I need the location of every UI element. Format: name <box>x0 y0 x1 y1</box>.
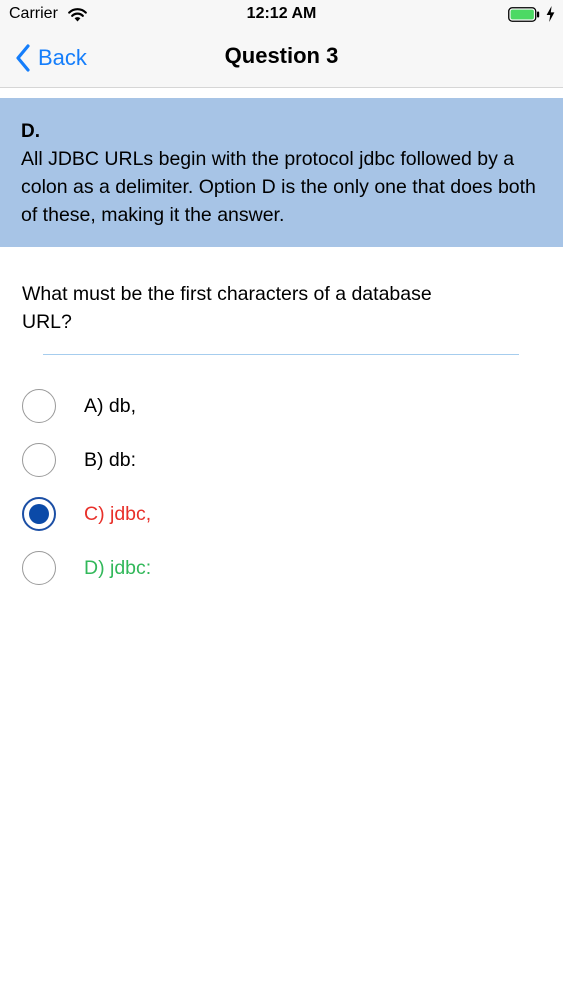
navigation-bar: Back Question 3 <box>0 30 563 88</box>
status-bar: Carrier 12:12 AM <box>0 0 563 30</box>
option-label-c: C) jdbc, <box>84 502 152 525</box>
screen: Carrier 12:12 AM Back Question 3 D. All … <box>0 0 563 1000</box>
option-d[interactable]: D) jdbc: <box>22 548 522 588</box>
option-a[interactable]: A) db, <box>22 386 522 426</box>
radio-selected-dot <box>29 504 49 524</box>
option-c[interactable]: C) jdbc, <box>22 494 522 534</box>
answer-explanation-panel: D. All JDBC URLs begin with the protocol… <box>0 98 563 247</box>
status-time: 12:12 AM <box>246 5 317 22</box>
radio-button-d[interactable] <box>22 551 56 585</box>
explanation-text: All JDBC URLs begin with the protocol jd… <box>21 148 536 226</box>
correct-answer-label: D. <box>21 121 40 142</box>
option-label-a: A) db, <box>84 394 137 417</box>
radio-button-c-selected[interactable] <box>22 497 56 531</box>
battery-icon <box>508 7 540 22</box>
radio-button-a[interactable] <box>22 389 56 423</box>
divider <box>43 354 519 355</box>
page-title: Question 3 <box>224 43 339 68</box>
option-label-d: D) jdbc: <box>84 556 152 579</box>
option-label-b: B) db: <box>84 448 137 471</box>
question-text: What must be the first characters of a d… <box>22 283 432 333</box>
charging-bolt-icon <box>546 6 555 22</box>
radio-button-b[interactable] <box>22 443 56 477</box>
option-b[interactable]: B) db: <box>22 440 522 480</box>
